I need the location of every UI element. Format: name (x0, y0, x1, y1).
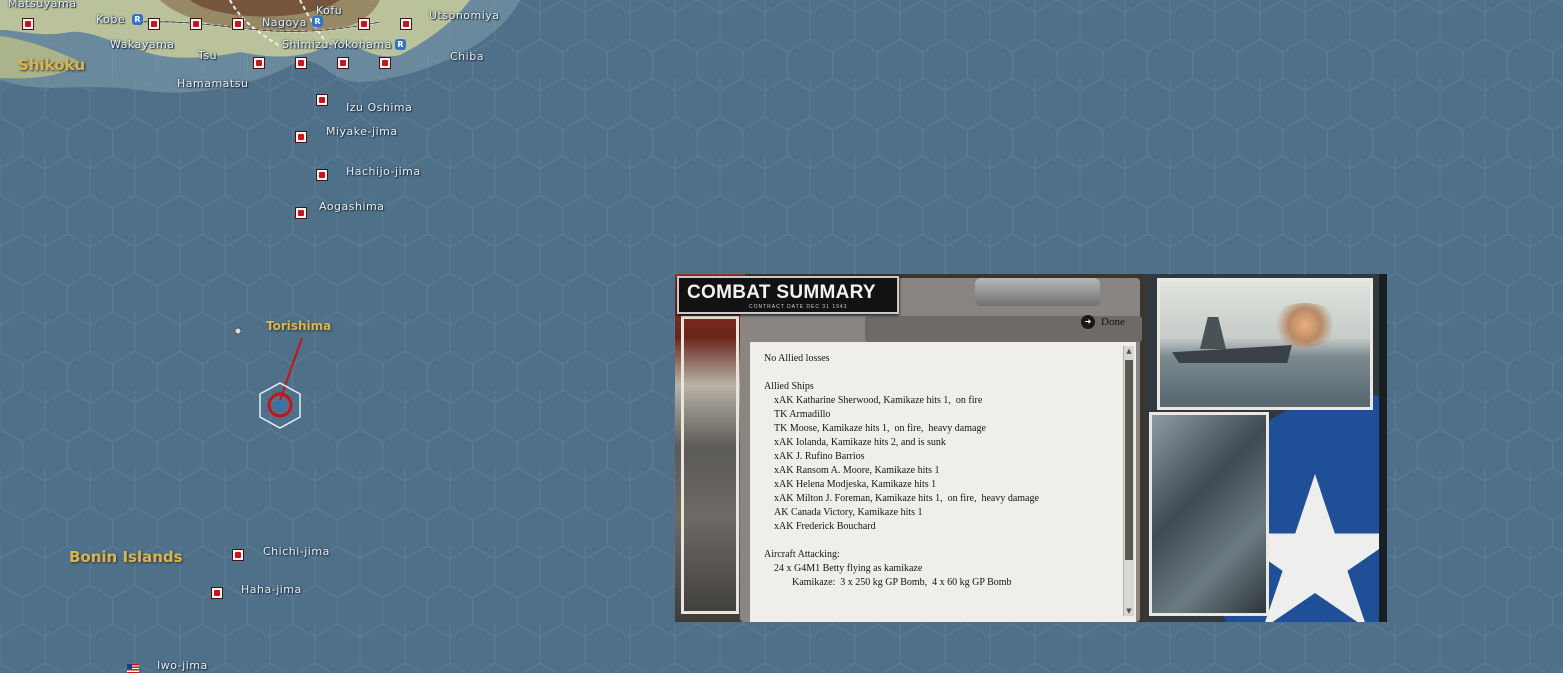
city-label[interactable]: Miyake-jima (326, 125, 398, 138)
battleship-photo (1157, 278, 1373, 410)
city-label[interactable]: Chichi-jima (263, 545, 330, 558)
japanese-base-marker[interactable] (22, 18, 34, 30)
report-line: TK Moose, Kamikaze hits 1, on fire, heav… (774, 423, 986, 434)
done-button[interactable]: ➜ Done (1081, 314, 1125, 330)
city-label[interactable]: Tsu (198, 49, 217, 62)
city-label[interactable]: Yokohama (332, 38, 392, 51)
report-line (764, 366, 1118, 380)
report-line: Kamikaze: 3 x 250 kg GP Bomb, 4 x 60 kg … (792, 577, 1012, 588)
city-label[interactable]: Matsuyama (8, 0, 76, 10)
infantry-photo (675, 274, 745, 622)
report-line: xAK Katharine Sherwood, Kamikaze hits 1,… (774, 395, 983, 406)
report-line: xAK Helena Modjeska, Kamikaze hits 1 (774, 479, 937, 490)
ship-superstructure (1200, 317, 1226, 349)
arrow-right-icon: ➜ (1081, 315, 1095, 329)
ship-hull (1172, 345, 1292, 363)
city-label[interactable]: Iwo-jima (157, 659, 208, 672)
port-badge[interactable]: R (132, 14, 143, 25)
port-badge[interactable]: R (395, 39, 406, 50)
city-label[interactable]: Aogashima (319, 200, 385, 213)
scroll-up-icon[interactable]: ▲ (1124, 346, 1134, 356)
japanese-base-marker[interactable] (379, 57, 391, 69)
torishima-island (234, 327, 242, 335)
city-label[interactable]: Hamamatsu (177, 77, 248, 90)
city-label[interactable]: Nagoya (262, 16, 307, 29)
report-line (764, 534, 1118, 548)
city-label[interactable]: Utsonomiya (429, 9, 500, 22)
report-line: xAK Frederick Bouchard (774, 521, 876, 532)
city-label[interactable]: Izu Oshima (346, 101, 412, 114)
naval-photo-collage (1145, 274, 1387, 622)
done-button-label: Done (1101, 316, 1125, 328)
combat-report-text: No Allied losses Allied Ships xAK Katharin… (764, 342, 1118, 590)
japanese-base-marker[interactable] (295, 207, 307, 219)
city-label[interactable]: Wakayama (110, 38, 175, 51)
japanese-base-marker[interactable] (295, 131, 307, 143)
report-line: Allied Ships (764, 381, 814, 392)
japanese-base-marker[interactable] (358, 18, 370, 30)
city-label[interactable]: Hachijo-jima (346, 165, 421, 178)
report-line: TK Armadillo (774, 409, 831, 420)
city-label[interactable]: Chiba (450, 50, 484, 63)
japanese-base-marker[interactable] (148, 18, 160, 30)
japanese-base-marker[interactable] (253, 57, 265, 69)
port-badge[interactable]: R (312, 16, 323, 27)
city-label[interactable]: Haha-jima (241, 583, 302, 596)
japanese-base-marker[interactable] (190, 18, 202, 30)
region-label-torishima[interactable]: Torishima (266, 319, 331, 333)
city-label[interactable]: Shimizu (282, 38, 329, 51)
us-flag-icon[interactable] (127, 664, 139, 673)
clipboard-clip (975, 278, 1100, 306)
city-label[interactable]: Kobe (96, 13, 125, 26)
report-line (764, 342, 1118, 352)
panel-title: COMBAT SUMMARY (687, 282, 876, 303)
region-label-bonin-islands: Bonin Islands (69, 548, 183, 566)
report-sheet[interactable]: No Allied losses Allied Ships xAK Katharin… (750, 342, 1136, 622)
report-line: xAK Milton J. Foreman, Kamikaze hits 1, … (774, 493, 1039, 504)
scroll-thumb[interactable] (1125, 360, 1133, 560)
japanese-base-marker[interactable] (337, 57, 349, 69)
japanese-base-marker[interactable] (295, 57, 307, 69)
panel-edge (1379, 274, 1387, 622)
title-plate: COMBAT SUMMARY CONTRACT DATE DEC 31 1943 (677, 276, 899, 314)
japanese-base-marker[interactable] (316, 94, 328, 106)
report-line: AK Canada Victory, Kamikaze hits 1 (774, 507, 923, 518)
report-scrollbar[interactable]: ▲ ▼ (1123, 346, 1134, 616)
wreckage-photo (1149, 412, 1269, 616)
japanese-base-marker[interactable] (316, 169, 328, 181)
scroll-down-icon[interactable]: ▼ (1124, 606, 1134, 616)
japanese-base-marker[interactable] (400, 18, 412, 30)
japanese-base-marker[interactable] (232, 549, 244, 561)
japanese-base-marker[interactable] (211, 587, 223, 599)
combat-summary-panel: No Allied losses Allied Ships xAK Katharin… (675, 274, 1387, 622)
panel-subtitle: CONTRACT DATE DEC 31 1943 (749, 304, 848, 310)
japanese-base-marker[interactable] (232, 18, 244, 30)
report-line: xAK Iolanda, Kamikaze hits 2, and is sun… (774, 437, 946, 448)
gunfire-smoke (1270, 303, 1340, 347)
report-line: xAK J. Rufino Barrios (774, 451, 865, 462)
report-line: No Allied losses (764, 353, 830, 364)
report-line: Aircraft Attacking: (764, 549, 840, 560)
region-label-shikoku: Shikoku (18, 56, 86, 74)
report-line: xAK Ransom A. Moore, Kamikaze hits 1 (774, 465, 940, 476)
report-line: 24 x G4M1 Betty flying as kamikaze (774, 563, 923, 574)
